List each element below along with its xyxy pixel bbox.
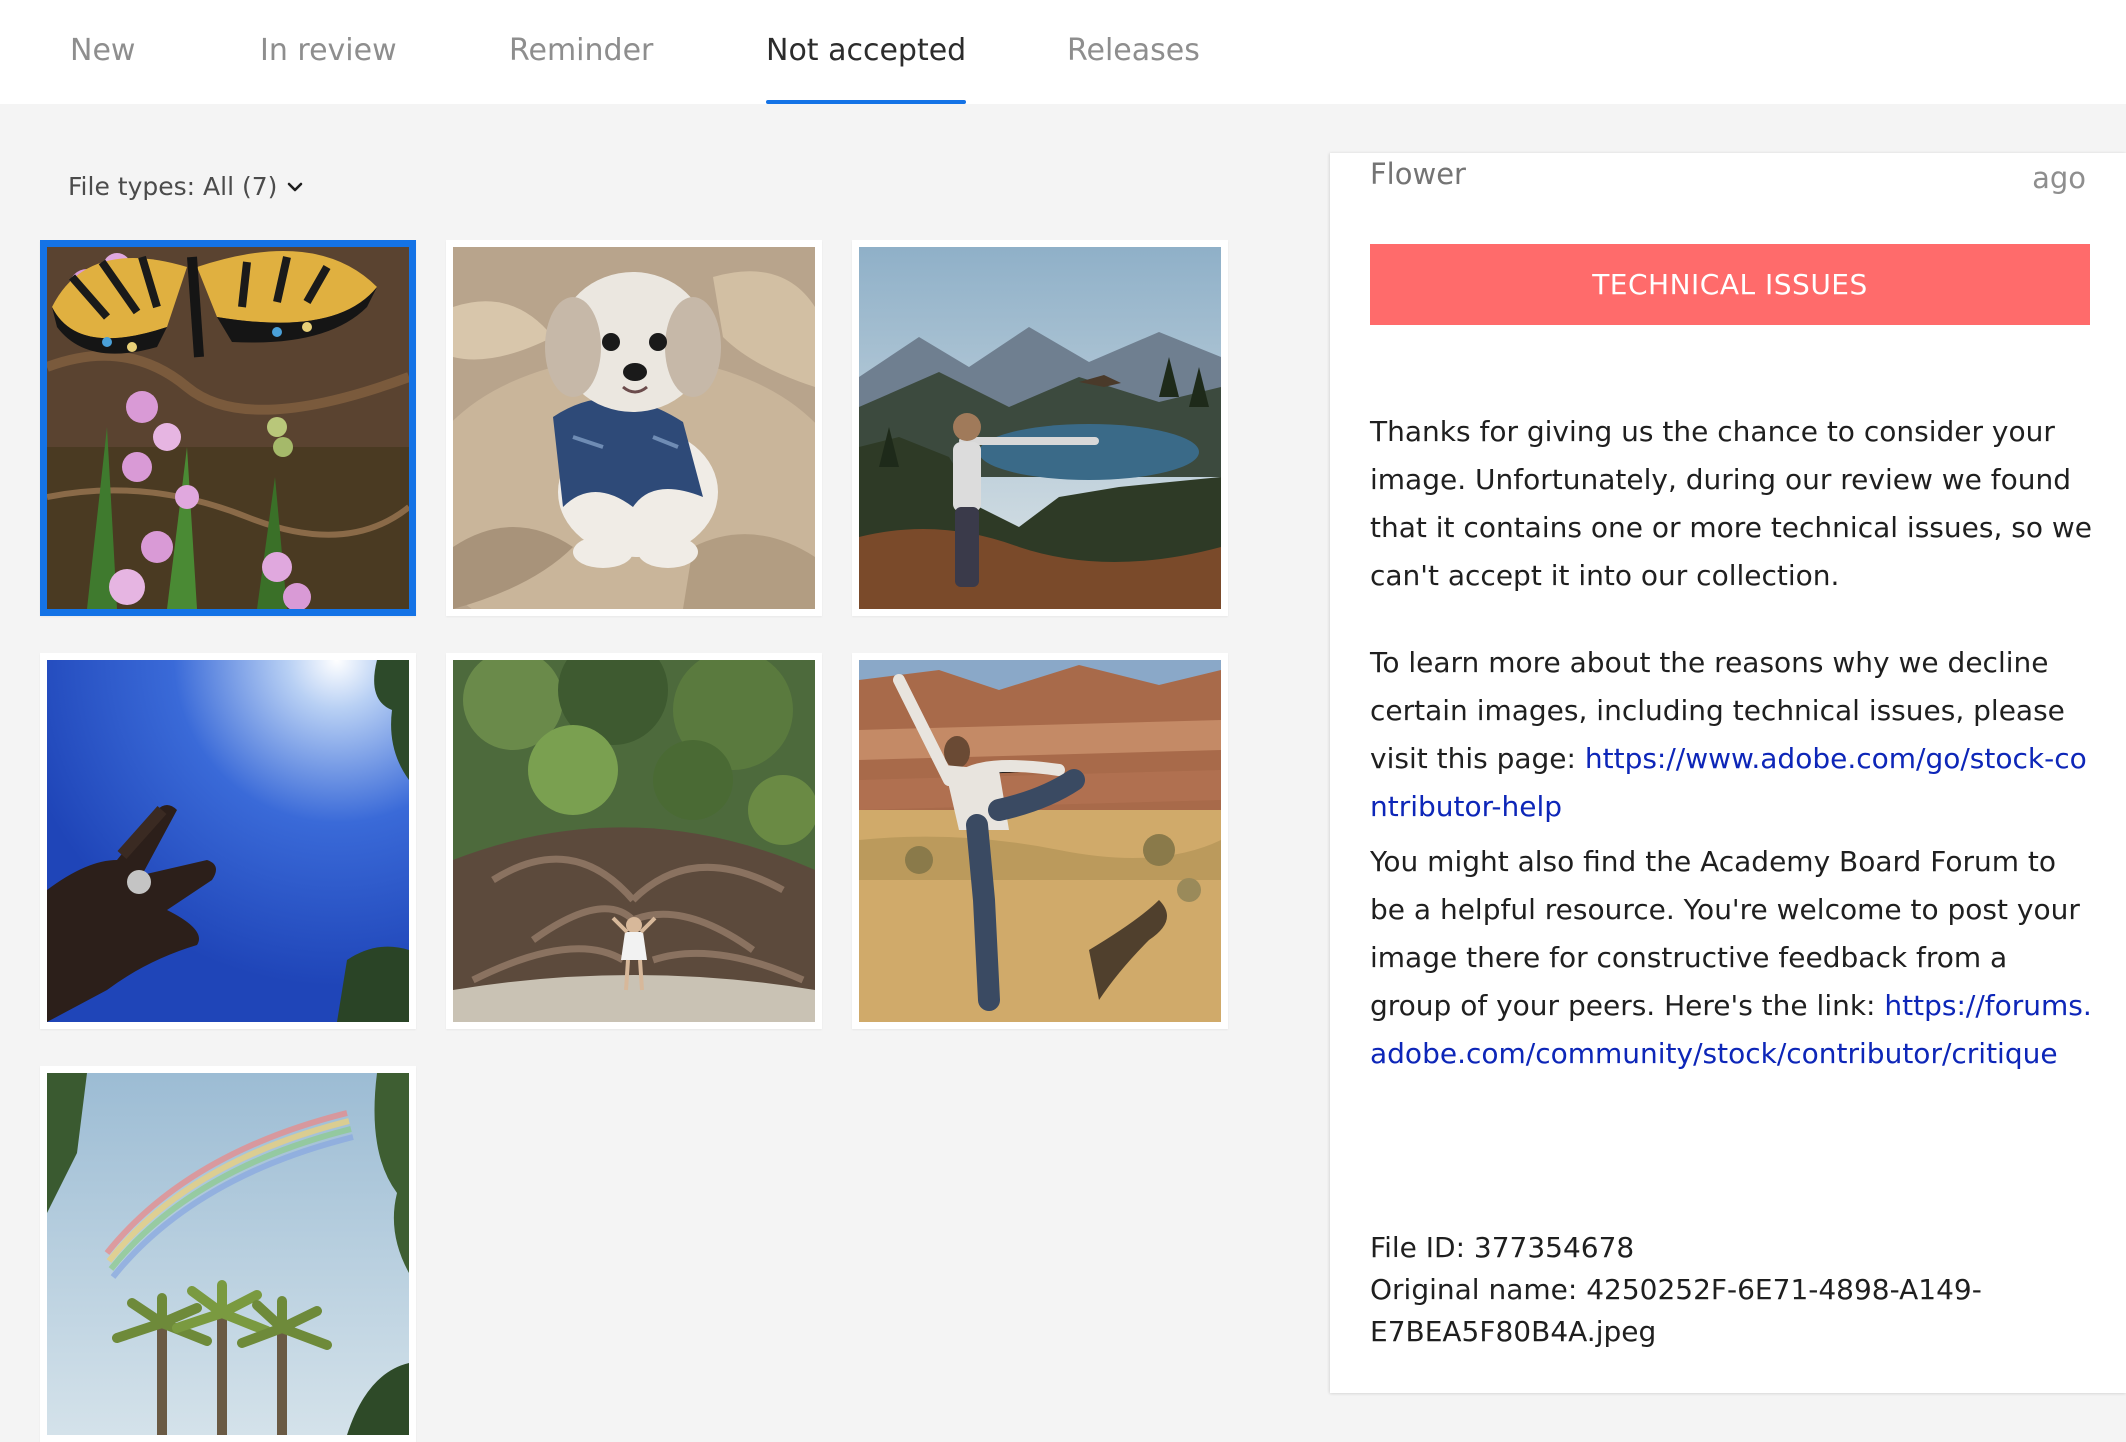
tab-new[interactable]: New: [70, 28, 135, 104]
tab-in-review[interactable]: In review: [260, 28, 397, 104]
thumbnail-mountain-lake[interactable]: [852, 240, 1228, 616]
tree-roots-image: [453, 660, 815, 1022]
time-ago: ago: [2032, 161, 2086, 195]
tab-reminder[interactable]: Reminder: [509, 28, 653, 104]
rainbow-palms-image: [47, 1073, 409, 1435]
dog-image: [453, 247, 815, 609]
thumbnail-hand-sky[interactable]: [40, 653, 416, 1029]
file-types-label: File types: All (7): [68, 172, 278, 201]
thumbnail-rainbow-palms[interactable]: [40, 1066, 416, 1442]
file-id: File ID: 377354678: [1370, 1231, 1635, 1264]
help-paragraph: To learn more about the reasons why we d…: [1370, 639, 2094, 831]
chevron-down-icon: [288, 182, 303, 191]
hand-sky-image: [47, 660, 409, 1022]
tab-bar: New In review Reminder Not accepted Rele…: [0, 0, 2126, 104]
mountain-lake-image: [859, 247, 1221, 609]
rejection-message: Thanks for giving us the chance to consi…: [1370, 415, 2092, 592]
file-types-filter[interactable]: File types: All (7): [68, 172, 303, 201]
desert-yoga-image: [859, 660, 1221, 1022]
tab-not-accepted[interactable]: Not accepted: [766, 28, 967, 104]
thumbnail-tree-roots[interactable]: [446, 653, 822, 1029]
thumbnail-butterfly[interactable]: [40, 240, 416, 616]
image-title: Flower: [1370, 157, 1466, 191]
tab-releases[interactable]: Releases: [1067, 28, 1200, 104]
details-panel: Flower ago TECHNICAL ISSUES Thanks for g…: [1330, 153, 2126, 1393]
status-badge: TECHNICAL ISSUES: [1370, 244, 2090, 325]
forum-paragraph: You might also find the Academy Board Fo…: [1370, 838, 2094, 1078]
butterfly-image: [47, 247, 409, 609]
thumbnail-desert-yoga[interactable]: [852, 653, 1228, 1029]
thumbnail-dog[interactable]: [446, 240, 822, 616]
original-name: Original name: 4250252F-6E71-4898-A149-E…: [1370, 1273, 1982, 1348]
file-metadata: File ID: 377354678 Original name: 425025…: [1370, 1227, 2094, 1353]
